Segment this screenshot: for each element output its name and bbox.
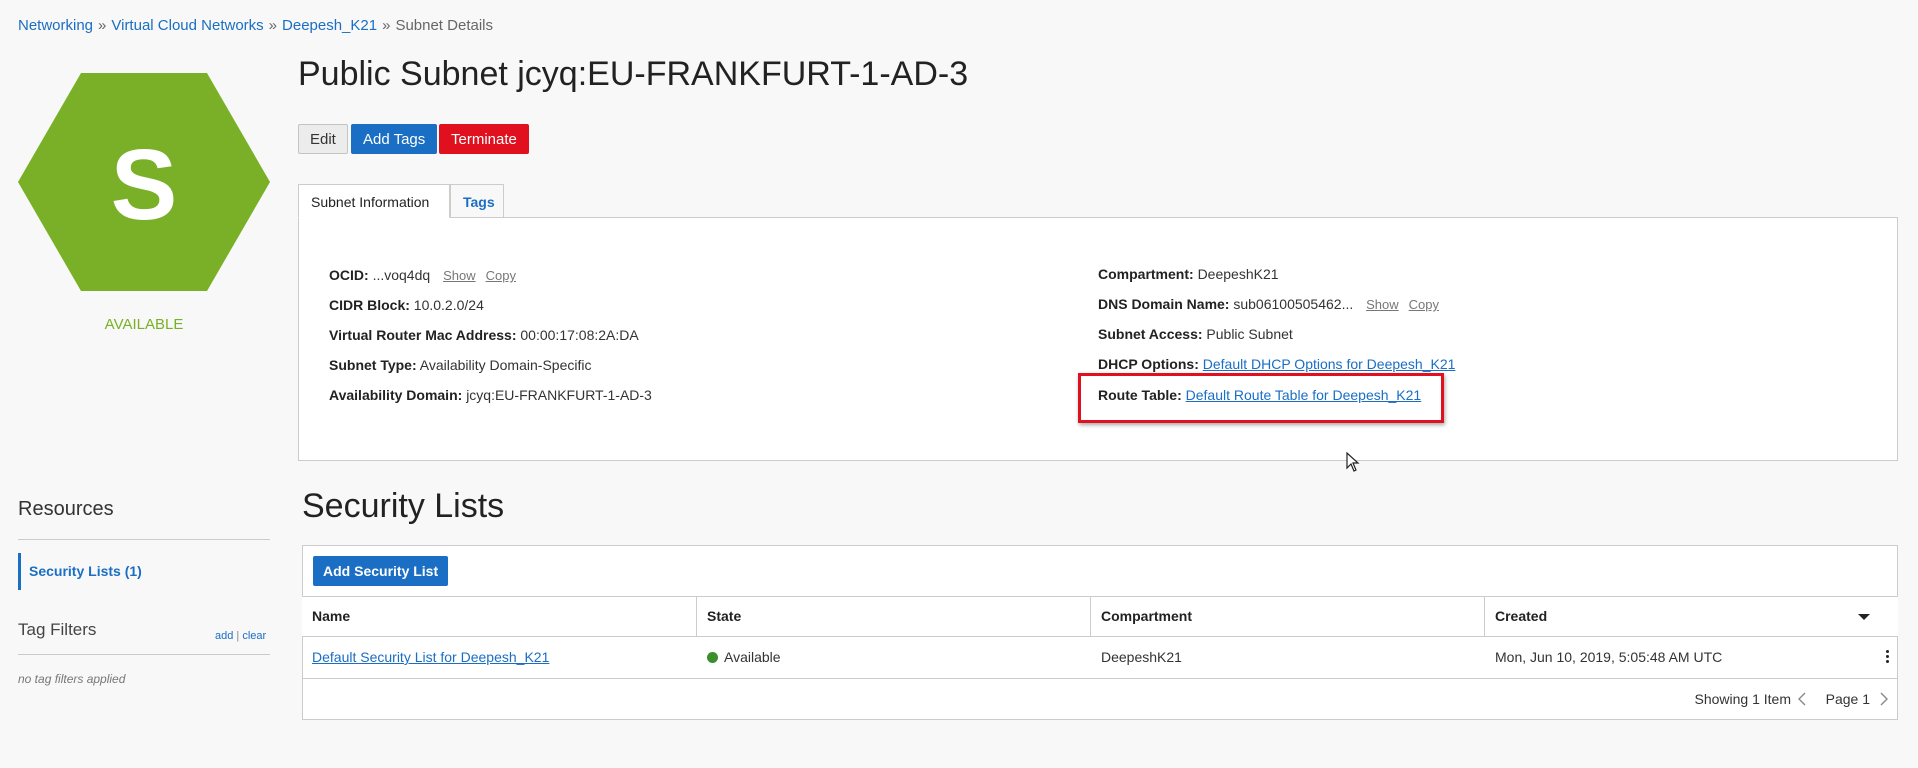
- dns-value: sub06100505462...: [1233, 296, 1354, 312]
- hexagon-letter: S: [111, 129, 178, 241]
- tab-tags[interactable]: Tags: [450, 184, 504, 218]
- row-state-cell: Available: [697, 637, 1091, 678]
- breadcrumb-vcns[interactable]: Virtual Cloud Networks: [111, 17, 263, 34]
- terminate-button[interactable]: Terminate: [439, 124, 529, 154]
- mac-field: Virtual Router Mac Address: 00:00:17:08:…: [329, 327, 639, 343]
- breadcrumb-separator: »: [268, 17, 278, 34]
- compartment-label: Compartment:: [1098, 266, 1194, 282]
- dhcp-options-field: DHCP Options: Default DHCP Options for D…: [1098, 356, 1455, 372]
- column-header-name[interactable]: Name: [302, 597, 697, 636]
- edit-button[interactable]: Edit: [298, 124, 348, 154]
- ocid-copy-link[interactable]: Copy: [486, 268, 516, 283]
- mouse-cursor-icon: [1346, 451, 1360, 477]
- row-actions-kebab-icon[interactable]: [1886, 650, 1890, 665]
- resources-heading: Resources: [18, 498, 114, 520]
- no-tag-filters-text: no tag filters applied: [18, 672, 126, 686]
- table-header: Name State Compartment Created: [302, 596, 1898, 637]
- ocid-field: OCID: ...voq4dq Show Copy: [329, 267, 516, 283]
- dns-show-link[interactable]: Show: [1366, 297, 1399, 312]
- previous-page-chevron-icon[interactable]: [1798, 692, 1806, 709]
- row-name-cell: Default Security List for Deepesh_K21: [302, 637, 697, 678]
- add-tags-button[interactable]: Add Tags: [351, 124, 438, 154]
- subnet-type-field: Subnet Type: Availability Domain-Specifi…: [329, 357, 591, 373]
- tag-filter-actions: add | clear: [215, 630, 266, 642]
- page-number: Page 1: [1825, 691, 1870, 707]
- security-lists-heading: Security Lists: [302, 487, 505, 525]
- security-list-link[interactable]: Default Security List for Deepesh_K21: [312, 649, 549, 665]
- breadcrumb-current: Subnet Details: [395, 17, 493, 34]
- breadcrumb-networking[interactable]: Networking: [18, 17, 93, 34]
- route-table-highlight: [1078, 373, 1444, 423]
- ocid-label: OCID:: [329, 267, 369, 283]
- tag-filter-clear-link[interactable]: clear: [242, 630, 266, 642]
- availability-domain-field: Availability Domain: jcyq:EU-FRANKFURT-1…: [329, 387, 652, 403]
- divider: [18, 654, 270, 655]
- tab-subnet-information[interactable]: Subnet Information: [298, 184, 450, 218]
- row-compartment-cell: DeepeshK21: [1101, 649, 1182, 665]
- column-header-created-label: Created: [1495, 608, 1548, 624]
- mac-label: Virtual Router Mac Address:: [329, 327, 517, 343]
- subnet-details-page: Networking» Virtual Cloud Networks» Deepes…: [0, 0, 1918, 768]
- cidr-label: CIDR Block:: [329, 297, 410, 313]
- tag-filters-heading: Tag Filters: [18, 620, 97, 639]
- subnet-type-label: Subnet Type:: [329, 357, 417, 373]
- divider: [18, 539, 270, 540]
- dns-label: DNS Domain Name:: [1098, 296, 1230, 312]
- sidebar-item-security-lists[interactable]: Security Lists (1): [18, 553, 266, 590]
- column-header-state[interactable]: State: [697, 597, 1091, 636]
- add-security-list-button[interactable]: Add Security List: [313, 556, 449, 586]
- tag-filter-add-link[interactable]: add: [215, 630, 233, 642]
- dhcp-options-label: DHCP Options:: [1098, 356, 1199, 372]
- sort-caret-down-icon[interactable]: [1858, 614, 1870, 620]
- breadcrumb-vcn[interactable]: Deepesh_K21: [282, 17, 377, 34]
- table-footer: Showing 1 Item Page 1: [302, 679, 1898, 720]
- subnet-type-value: Availability Domain-Specific: [419, 357, 592, 373]
- table-row: Default Security List for Deepesh_K21 Av…: [302, 637, 1898, 679]
- breadcrumb: Networking» Virtual Cloud Networks» Deepes…: [18, 17, 493, 34]
- tag-filter-separator: |: [236, 630, 240, 642]
- available-status-dot-icon: [707, 652, 718, 663]
- column-header-compartment[interactable]: Compartment: [1091, 597, 1485, 636]
- cidr-value: 10.0.2.0/24: [413, 297, 484, 313]
- row-created-cell: Mon, Jun 10, 2019, 5:05:48 AM UTC: [1495, 649, 1723, 665]
- column-header-created[interactable]: Created: [1485, 597, 1898, 636]
- ocid-show-link[interactable]: Show: [443, 268, 476, 283]
- mac-value: 00:00:17:08:2A:DA: [520, 327, 639, 343]
- ocid-value: ...voq4dq: [372, 267, 431, 283]
- showing-count: Showing 1 Item: [1694, 691, 1792, 707]
- subnet-access-label: Subnet Access:: [1098, 326, 1203, 342]
- cidr-field: CIDR Block: 10.0.2.0/24: [329, 297, 484, 313]
- resource-status: AVAILABLE: [104, 316, 184, 333]
- dns-copy-link[interactable]: Copy: [1409, 297, 1439, 312]
- breadcrumb-separator: »: [98, 17, 107, 34]
- row-state-value: Available: [724, 649, 781, 665]
- next-page-chevron-icon[interactable]: [1880, 692, 1888, 709]
- subnet-hexagon-icon: S: [18, 73, 270, 291]
- breadcrumb-separator: »: [382, 17, 391, 34]
- subnet-access-field: Subnet Access: Public Subnet: [1098, 326, 1293, 342]
- availability-domain-label: Availability Domain:: [329, 387, 463, 403]
- availability-domain-value: jcyq:EU-FRANKFURT-1-AD-3: [466, 387, 652, 403]
- subnet-access-value: Public Subnet: [1206, 326, 1293, 342]
- dhcp-options-link[interactable]: Default DHCP Options for Deepesh_K21: [1203, 356, 1456, 372]
- compartment-field: Compartment: DeepeshK21: [1098, 266, 1279, 282]
- compartment-value: DeepeshK21: [1197, 266, 1279, 282]
- dns-field: DNS Domain Name: sub06100505462... Show C…: [1098, 296, 1439, 312]
- page-title: Public Subnet jcyq:EU-FRANKFURT-1-AD-3: [298, 55, 969, 93]
